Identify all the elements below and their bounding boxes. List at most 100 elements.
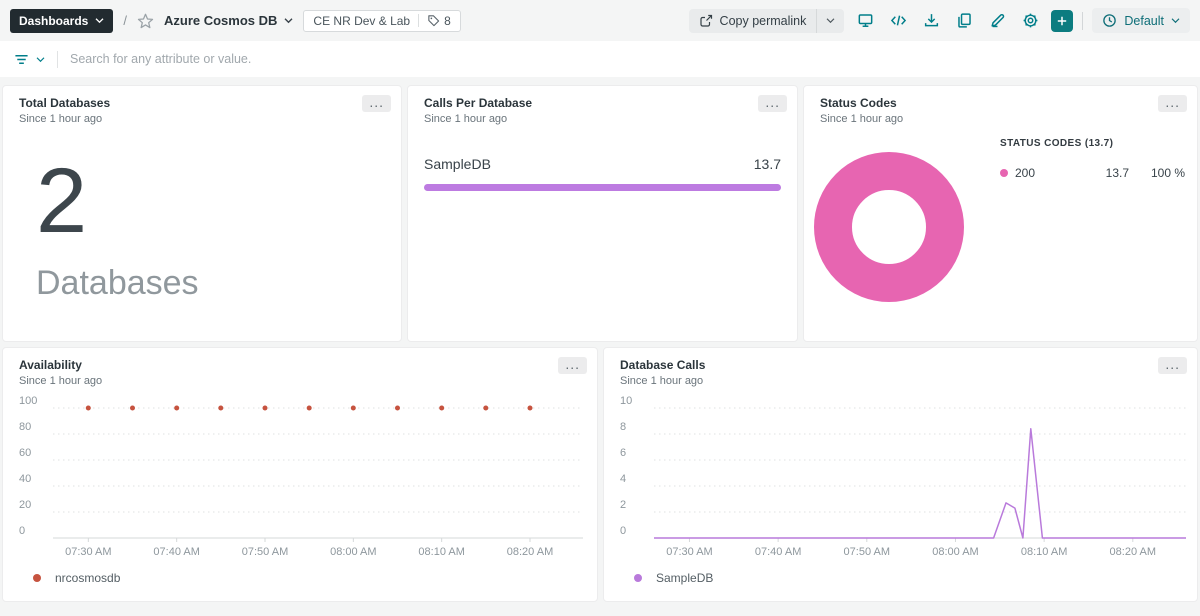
bar-value-label: 13.7 [754,156,781,172]
search-input[interactable] [70,52,1187,66]
breadcrumb-separator: / [123,13,127,28]
svg-text:08:00 AM: 08:00 AM [932,546,978,558]
pencil-icon [989,12,1006,29]
tag-count-label: 8 [444,14,451,28]
tv-mode-icon [857,12,874,29]
scatter-chart[interactable]: 10080604020007:30 AM07:40 AM07:50 AM08:0… [15,394,591,560]
donut-legend-header: STATUS CODES (13.7) [1000,138,1185,149]
svg-text:07:40 AM: 07:40 AM [153,546,199,558]
widget-total-databases: Total Databases Since 1 hour ago ... 2 D… [2,85,402,342]
donut-legend: STATUS CODES (13.7) 200 13.7 100 % [1000,138,1185,180]
divider [418,14,419,27]
billboard-unit-label: Databases [36,264,401,303]
widget-menu-button[interactable]: ... [558,357,587,374]
filter-bar [0,41,1200,77]
edit-dashboard-button[interactable] [985,9,1009,33]
billboard-value: 2 [36,155,401,247]
tag-icon [427,14,440,27]
clock-icon [1102,13,1117,28]
widget-calls-per-database: Calls Per Database Since 1 hour ago ... … [407,85,798,342]
donut-chart[interactable] [814,152,964,302]
chevron-down-icon [95,17,104,24]
chart-legend-item[interactable]: SampleDB [634,571,1197,585]
svg-text:07:50 AM: 07:50 AM [844,546,890,558]
legend-series-percent: 100 % [1129,166,1185,180]
svg-text:6: 6 [620,447,626,459]
filter-icon [13,52,30,67]
svg-text:8: 8 [620,421,626,433]
time-picker-button[interactable]: Default [1092,8,1190,33]
top-toolbar: Dashboards / Azure Cosmos DB CE NR Dev &… [0,0,1200,41]
account-tag-label: CE NR Dev & Lab [313,14,410,28]
svg-text:20: 20 [19,499,31,511]
svg-text:07:30 AM: 07:30 AM [666,546,712,558]
svg-text:0: 0 [19,525,25,537]
tv-mode-button[interactable] [853,9,877,33]
dashboard-title-dropdown[interactable]: Azure Cosmos DB [164,13,293,28]
legend-dot [634,574,642,582]
plus-icon [1055,14,1069,28]
copy-permalink-label: Copy permalink [720,14,807,28]
widget-title: Calls Per Database [424,96,781,110]
widget-title: Total Databases [19,96,385,110]
widget-status-codes: Status Codes Since 1 hour ago ... STATUS… [803,85,1198,342]
svg-text:08:20 AM: 08:20 AM [507,546,553,558]
svg-text:07:30 AM: 07:30 AM [65,546,111,558]
favorite-star-icon[interactable] [137,13,154,29]
widget-subtitle: Since 1 hour ago [820,113,1181,125]
widget-subtitle: Since 1 hour ago [620,375,1181,387]
svg-text:07:50 AM: 07:50 AM [242,546,288,558]
widget-menu-button[interactable]: ... [1158,95,1187,112]
donut-legend-row[interactable]: 200 13.7 100 % [1000,166,1185,180]
bar-chart[interactable]: SampleDB 13.7 [408,156,797,191]
legend-series-name: SampleDB [656,571,713,585]
tag-count: 8 [427,14,451,28]
code-view-button[interactable] [886,9,910,33]
export-download-button[interactable] [919,9,943,33]
widget-title: Database Calls [620,358,1181,372]
chevron-down-icon [36,56,45,63]
widget-subtitle: Since 1 hour ago [424,113,781,125]
add-widget-button[interactable] [1051,10,1073,32]
chevron-down-icon [1171,17,1180,24]
svg-text:08:10 AM: 08:10 AM [418,546,464,558]
widget-menu-button[interactable]: ... [758,95,787,112]
bar-fill [424,184,781,191]
duplicate-button[interactable] [952,9,976,33]
widget-database-calls: Database Calls Since 1 hour ago ... 1086… [603,347,1198,602]
chart-legend-item[interactable]: nrcosmosdb [33,571,597,585]
svg-text:60: 60 [19,447,31,459]
settings-button[interactable] [1018,9,1042,33]
legend-series-name: 200 [1015,166,1077,180]
dashboards-menu-label: Dashboards [19,14,88,28]
widget-title: Availability [19,358,581,372]
copy-permalink-caret[interactable] [816,9,844,33]
svg-text:08:00 AM: 08:00 AM [330,546,376,558]
widget-subtitle: Since 1 hour ago [19,113,385,125]
download-icon [923,12,940,29]
legend-dot [33,574,41,582]
svg-text:0: 0 [620,525,626,537]
svg-text:2: 2 [620,499,626,511]
copy-permalink-button[interactable]: Copy permalink [689,9,817,33]
svg-text:40: 40 [19,473,31,485]
account-tag-pill[interactable]: CE NR Dev & Lab 8 [303,10,460,32]
dashboards-menu-button[interactable]: Dashboards [10,9,113,33]
widget-title: Status Codes [820,96,1181,110]
code-icon [890,12,907,29]
permalink-icon [699,14,713,28]
legend-series-name: nrcosmosdb [55,571,120,585]
widget-menu-button[interactable]: ... [1158,357,1187,374]
svg-text:08:10 AM: 08:10 AM [1021,546,1067,558]
legend-dot [1000,169,1008,177]
svg-text:4: 4 [620,473,626,485]
svg-text:100: 100 [19,395,37,407]
legend-series-value: 13.7 [1077,166,1129,180]
divider [1082,12,1083,30]
line-chart[interactable]: 108642007:30 AM07:40 AM07:50 AM08:00 AM0… [616,394,1194,560]
copy-icon [956,12,973,29]
chevron-down-icon [284,17,293,24]
svg-text:07:40 AM: 07:40 AM [755,546,801,558]
filter-menu-button[interactable] [13,52,45,67]
widget-menu-button[interactable]: ... [362,95,391,112]
